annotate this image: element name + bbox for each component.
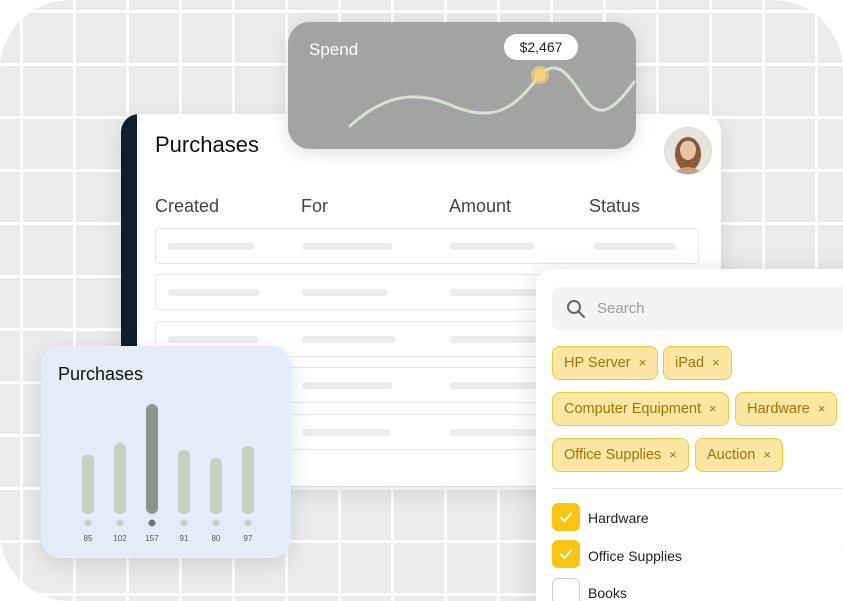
tag-label: HP Server bbox=[564, 355, 631, 371]
bar-80[interactable] bbox=[210, 457, 222, 514]
bar-91[interactable] bbox=[178, 450, 190, 514]
bar-97[interactable] bbox=[242, 446, 254, 514]
bar-value-label: 91 bbox=[180, 534, 189, 543]
tag-label: Computer Equipment bbox=[564, 401, 702, 417]
checkbox-label: Hardware bbox=[588, 510, 649, 526]
purchases-chart-card: Purchases 85 102 157 91 80 97 bbox=[41, 346, 291, 558]
tag-label: Auction bbox=[707, 447, 756, 463]
check-icon bbox=[560, 512, 572, 522]
tag-label: Office Supplies bbox=[564, 447, 662, 463]
tag-hardware[interactable]: Hardware × bbox=[735, 392, 838, 426]
table-row[interactable] bbox=[155, 228, 699, 264]
close-icon[interactable]: × bbox=[712, 355, 720, 370]
checkbox-office-supplies[interactable] bbox=[552, 540, 580, 568]
tag-label: iPad bbox=[675, 355, 705, 371]
bar-dot bbox=[84, 519, 92, 527]
bar-value-label: 102 bbox=[113, 534, 127, 543]
check-icon bbox=[560, 549, 572, 559]
bar-102[interactable] bbox=[114, 442, 126, 514]
column-status[interactable]: Status bbox=[589, 196, 640, 217]
bar-value-label: 157 bbox=[145, 534, 159, 543]
close-icon[interactable]: × bbox=[669, 447, 677, 462]
tag-ipad[interactable]: iPad × bbox=[663, 346, 732, 380]
spend-sparkline bbox=[348, 66, 636, 128]
background-grid: Purchases Created For Amount Status Spen… bbox=[0, 0, 843, 601]
tag-auction[interactable]: Auction × bbox=[695, 438, 783, 472]
close-icon[interactable]: × bbox=[639, 355, 647, 370]
bar-157[interactable] bbox=[146, 404, 158, 514]
tag-office-supplies[interactable]: Office Supplies × bbox=[552, 438, 689, 472]
close-icon[interactable]: × bbox=[763, 447, 771, 462]
checkbox-label: Office Supplies bbox=[588, 548, 682, 564]
tag-hp-server[interactable]: HP Server × bbox=[552, 346, 659, 380]
checkbox-label: Books bbox=[588, 585, 627, 601]
column-created[interactable]: Created bbox=[155, 196, 219, 217]
bar-dot bbox=[116, 519, 124, 527]
tag-computer-equipment[interactable]: Computer Equipment × bbox=[552, 392, 729, 426]
checkbox-books[interactable] bbox=[552, 578, 580, 601]
column-amount[interactable]: Amount bbox=[449, 196, 511, 217]
bar-dot bbox=[148, 519, 156, 527]
bar-dot bbox=[180, 519, 188, 527]
spend-tooltip: $2,467 bbox=[504, 34, 578, 60]
column-for[interactable]: For bbox=[301, 196, 328, 217]
filter-panel: Search HP Server × iPad × Computer Equipme… bbox=[536, 269, 843, 601]
avatar[interactable] bbox=[664, 127, 712, 175]
page-title: Purchases bbox=[155, 132, 259, 157]
bar-value-label: 80 bbox=[212, 534, 221, 543]
checkbox-hardware[interactable] bbox=[552, 503, 580, 531]
bar-85[interactable] bbox=[82, 454, 94, 514]
divider bbox=[552, 488, 843, 489]
search-icon bbox=[567, 300, 585, 318]
search-field[interactable]: Search bbox=[552, 287, 843, 331]
close-icon[interactable]: × bbox=[709, 401, 717, 416]
spend-card: Spend $2,467 bbox=[288, 22, 636, 149]
bar-dot bbox=[244, 519, 252, 527]
bar-value-label: 85 bbox=[84, 534, 93, 543]
tag-label: Hardware bbox=[747, 401, 810, 417]
search-input[interactable]: Search bbox=[597, 300, 645, 317]
table-header: Created For Amount Status bbox=[155, 196, 705, 218]
bar-dot bbox=[212, 519, 220, 527]
close-icon[interactable]: × bbox=[818, 401, 826, 416]
bar-value-label: 97 bbox=[244, 534, 253, 543]
purchases-bar-chart: 85 102 157 91 80 97 bbox=[82, 404, 254, 543]
